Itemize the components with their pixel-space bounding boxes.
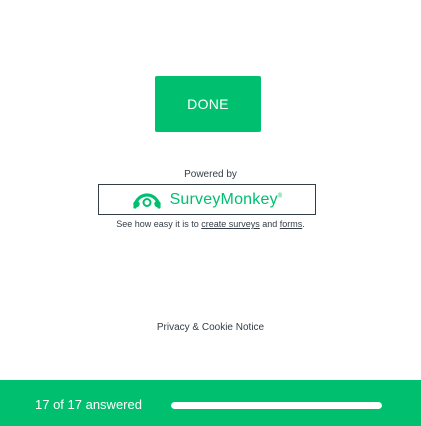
promo-middle: and [259,219,280,229]
done-button[interactable]: DONE [155,76,261,132]
promo-suffix: . [302,219,305,229]
powered-by-label: Powered by [184,169,237,180]
logo-trademark: ® [277,193,283,200]
logo-text: SurveyMonkey [169,190,278,208]
progress-bar-fill [171,402,382,409]
forms-link[interactable]: forms [280,219,303,229]
progress-bar [171,402,382,409]
surveymonkey-logo-link[interactable]: SurveyMonkey® [98,184,316,215]
surveymonkey-logo-icon [132,192,161,209]
privacy-cookie-notice-link[interactable]: Privacy & Cookie Notice [0,322,421,333]
progress-text: 17 of 17 answered [35,397,142,412]
create-surveys-link[interactable]: create surveys [201,219,260,229]
promo-prefix: See how easy it is to [116,219,202,229]
create-surveys-promo: See how easy it is to create surveys and… [0,219,421,229]
surveymonkey-wordmark: SurveyMonkey® [170,191,283,209]
progress-footer: 17 of 17 answered [0,380,421,426]
survey-completion-page: DONE Powered by SurveyMonkey® See how ea… [0,0,421,426]
